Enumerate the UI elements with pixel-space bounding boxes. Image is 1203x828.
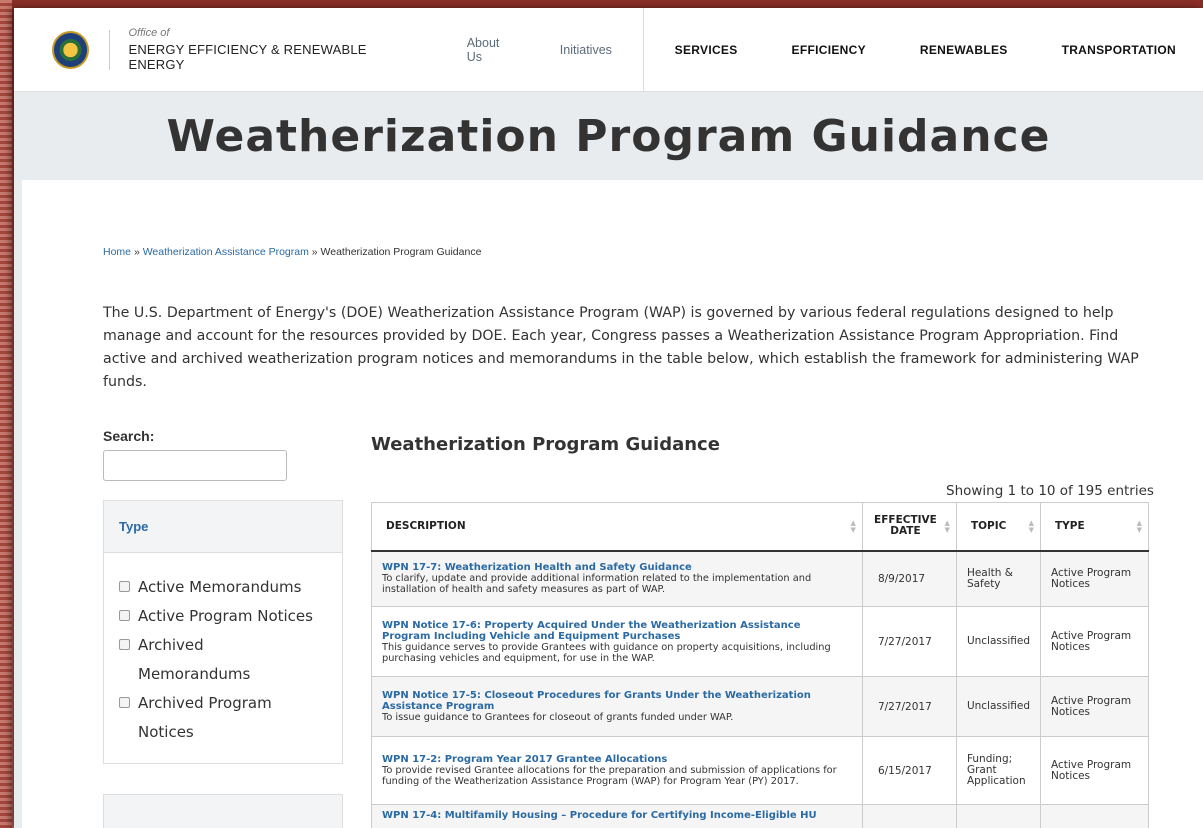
nav-services[interactable]: SERVICES bbox=[648, 8, 765, 92]
nav-transportation[interactable]: TRANSPORTATION bbox=[1035, 8, 1203, 92]
nav-initiatives[interactable]: Initiatives bbox=[533, 8, 639, 92]
breadcrumb-home[interactable]: Home bbox=[103, 246, 131, 258]
topic-cell: Unclassified bbox=[955, 606, 1042, 677]
facet-option-label: Active Memorandums bbox=[138, 578, 302, 596]
facet-option-active-memorandums[interactable]: Active Memorandums bbox=[119, 573, 342, 602]
facet-option-label: Archived Memorandums bbox=[138, 636, 251, 683]
document-summary: To provide revised Grantee allocations f… bbox=[382, 765, 837, 787]
date-cell: 7/27/2017 bbox=[861, 676, 957, 737]
nav-divider bbox=[642, 8, 644, 92]
date-cell: 6/15/2017 bbox=[861, 736, 957, 805]
checkbox[interactable] bbox=[119, 639, 130, 650]
column-header-effective-date[interactable]: EFFECTIVE DATE ▲ ▼ bbox=[861, 502, 957, 552]
type-cell bbox=[1040, 804, 1149, 828]
description-cell: WPN Notice 17-5: Closeout Procedures for… bbox=[371, 676, 863, 737]
type-cell: Active Program Notices bbox=[1040, 606, 1149, 677]
document-link[interactable]: WPN 17-7: Weatherization Health and Safe… bbox=[382, 562, 852, 573]
type-facet-options: Active Memorandums Active Program Notice… bbox=[104, 553, 342, 763]
checkbox[interactable] bbox=[119, 581, 130, 592]
office-name-block[interactable]: Office of ENERGY EFFICIENCY & RENEWABLE … bbox=[109, 27, 421, 72]
site-header: Office of ENERGY EFFICIENCY & RENEWABLE … bbox=[14, 8, 1203, 92]
topic-facet: Topic bbox=[103, 794, 343, 828]
table-title: Weatherization Program Guidance bbox=[371, 434, 720, 455]
type-cell: Active Program Notices bbox=[1040, 550, 1149, 607]
breadcrumb-current: Weatherization Program Guidance bbox=[320, 246, 482, 258]
sort-icon: ▲ ▼ bbox=[1028, 519, 1034, 534]
page-title: Weatherization Program Guidance bbox=[166, 110, 1051, 162]
checkbox[interactable] bbox=[119, 610, 130, 621]
checkbox[interactable] bbox=[119, 697, 130, 708]
topic-cell: Unclassified bbox=[955, 676, 1042, 737]
table-row: WPN 17-7: Weatherization Health and Safe… bbox=[371, 550, 1149, 607]
column-header-type[interactable]: TYPE ▲ ▼ bbox=[1040, 502, 1149, 552]
document-summary: To issue guidance to Grantees for closeo… bbox=[382, 712, 734, 723]
table-row: WPN 17-4: Multifamily Housing – Procedur… bbox=[371, 804, 1149, 828]
sort-icon: ▲ ▼ bbox=[1136, 519, 1142, 534]
date-cell: 7/27/2017 bbox=[861, 606, 957, 677]
guidance-table: DESCRIPTION ▲ ▼ EFFECTIVE DATE ▲ ▼ TOPIC ▲… bbox=[371, 502, 1149, 828]
facet-option-archived-memorandums[interactable]: Archived Memorandums bbox=[119, 631, 342, 689]
topic-cell: Funding; Grant Application bbox=[955, 736, 1042, 805]
breadcrumb-separator: » bbox=[133, 246, 140, 258]
column-header-description[interactable]: DESCRIPTION ▲ ▼ bbox=[371, 502, 863, 552]
doe-seal-logo[interactable] bbox=[52, 30, 90, 69]
topic-cell: Health & Safety bbox=[955, 550, 1042, 607]
main-content: Home » Weatherization Assistance Program… bbox=[14, 180, 1203, 828]
type-cell: Active Program Notices bbox=[1040, 676, 1149, 737]
entries-info: Showing 1 to 10 of 195 entries bbox=[946, 483, 1154, 499]
document-summary: This guidance serves to provide Grantees… bbox=[382, 641, 831, 664]
description-cell: WPN 17-2: Program Year 2017 Grantee Allo… bbox=[371, 736, 863, 805]
search-label: Search: bbox=[103, 428, 155, 444]
sort-icon: ▲ ▼ bbox=[944, 519, 950, 534]
facet-option-label: Active Program Notices bbox=[138, 607, 313, 625]
sort-icon: ▲ ▼ bbox=[850, 519, 856, 534]
date-cell: 8/9/2017 bbox=[861, 550, 957, 607]
type-facet-header[interactable]: Type bbox=[104, 501, 342, 553]
document-summary: To clarify, update and provide additiona… bbox=[382, 573, 812, 596]
breadcrumb-separator: » bbox=[311, 246, 318, 258]
facet-option-active-program-notices[interactable]: Active Program Notices bbox=[119, 602, 342, 631]
topic-cell bbox=[955, 804, 1042, 828]
browser-page: Office of ENERGY EFFICIENCY & RENEWABLE … bbox=[14, 8, 1203, 828]
table-row: WPN Notice 17-6: Property Acquired Under… bbox=[371, 606, 1149, 677]
type-facet: Type Active Memorandums Active Program N… bbox=[103, 500, 343, 764]
title-band: Weatherization Program Guidance bbox=[14, 92, 1203, 180]
main-nav: About Us Initiatives SERVICES EFFICIENCY… bbox=[440, 8, 1203, 92]
table-row: WPN 17-2: Program Year 2017 Grantee Allo… bbox=[371, 736, 1149, 805]
description-cell: WPN 17-4: Multifamily Housing – Procedur… bbox=[371, 804, 863, 828]
column-header-topic[interactable]: TOPIC ▲ ▼ bbox=[955, 502, 1042, 552]
facet-option-archived-program-notices[interactable]: Archived Program Notices bbox=[119, 689, 342, 747]
office-name: ENERGY EFFICIENCY & RENEWABLE ENERGY bbox=[128, 42, 367, 72]
document-link[interactable]: WPN Notice 17-5: Closeout Procedures for… bbox=[382, 690, 852, 712]
document-link[interactable]: WPN Notice 17-6: Property Acquired Under… bbox=[382, 620, 852, 642]
office-of-label: Office of bbox=[128, 27, 170, 39]
nav-efficiency[interactable]: EFFICIENCY bbox=[765, 8, 893, 92]
topic-facet-header[interactable]: Topic bbox=[104, 795, 342, 828]
nav-renewables[interactable]: RENEWABLES bbox=[893, 8, 1035, 92]
table-row: WPN Notice 17-5: Closeout Procedures for… bbox=[371, 676, 1149, 737]
breadcrumb-parent[interactable]: Weatherization Assistance Program bbox=[143, 246, 309, 258]
intro-paragraph: The U.S. Department of Energy's (DOE) We… bbox=[103, 305, 1139, 390]
nav-about-us[interactable]: About Us bbox=[440, 8, 533, 92]
type-cell: Active Program Notices bbox=[1040, 736, 1149, 805]
description-cell: WPN Notice 17-6: Property Acquired Under… bbox=[371, 606, 863, 677]
facet-option-label: Archived Program Notices bbox=[138, 694, 272, 741]
document-link[interactable]: WPN 17-2: Program Year 2017 Grantee Allo… bbox=[382, 754, 852, 765]
search-input[interactable] bbox=[103, 450, 287, 481]
date-cell bbox=[861, 804, 957, 828]
document-link[interactable]: WPN 17-4: Multifamily Housing – Procedur… bbox=[382, 810, 852, 821]
description-cell: WPN 17-7: Weatherization Health and Safe… bbox=[371, 550, 863, 607]
breadcrumb: Home » Weatherization Assistance Program… bbox=[103, 246, 481, 258]
